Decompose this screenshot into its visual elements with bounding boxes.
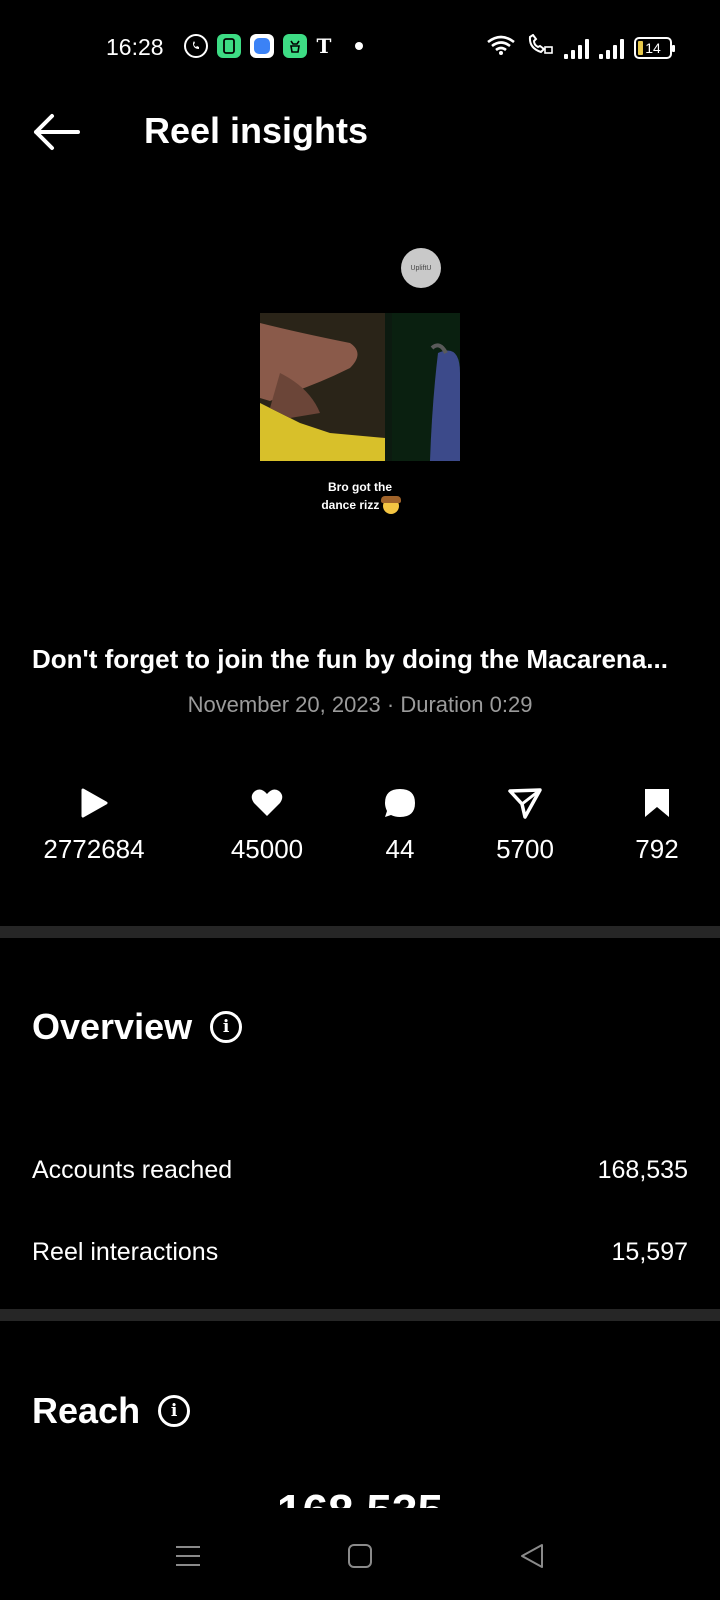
battery-icon: 14 bbox=[634, 36, 675, 59]
overview-row-reel-interactions[interactable]: Reel interactions 15,597 bbox=[32, 1238, 688, 1267]
dot-icon bbox=[355, 42, 363, 50]
system-navigation-bar bbox=[0, 1508, 720, 1600]
caption-line-2-text: dance rizz bbox=[321, 498, 380, 512]
avatar-text: UpliftU bbox=[410, 264, 432, 272]
caption-line-2: dance rizz bbox=[300, 495, 420, 514]
app-icon bbox=[283, 34, 307, 58]
caption-line-1: Bro got the bbox=[328, 480, 392, 494]
stat-comments-value: 44 bbox=[385, 834, 415, 864]
whatsapp-icon bbox=[184, 34, 208, 58]
reel-title: Don't forget to join the fun by doing th… bbox=[32, 644, 668, 674]
heart-icon bbox=[251, 789, 283, 816]
overview-row-accounts-reached[interactable]: Accounts reached 168,535 bbox=[32, 1156, 688, 1185]
signal-icon bbox=[564, 37, 589, 59]
share-icon bbox=[508, 788, 542, 819]
messages-icon bbox=[217, 34, 241, 58]
stat-likes: 45000 bbox=[202, 786, 332, 865]
reel-thumbnail[interactable] bbox=[260, 313, 460, 461]
stat-saves-value: 792 bbox=[635, 834, 679, 864]
reel-meta: November 20, 2023 · Duration 0:29 bbox=[187, 692, 533, 717]
stat-shares-value: 5700 bbox=[496, 834, 554, 864]
stat-likes-value: 45000 bbox=[230, 834, 304, 864]
notification-icons: T bbox=[184, 34, 363, 58]
comment-icon bbox=[385, 789, 415, 817]
overview-heading-text: Overview bbox=[32, 1006, 193, 1047]
stat-saves: 792 bbox=[592, 786, 720, 865]
row-value: 168,535 bbox=[597, 1156, 688, 1184]
app-icon bbox=[250, 34, 274, 58]
reach-heading-text: Reach bbox=[32, 1390, 141, 1431]
status-time: 16:28 bbox=[106, 34, 164, 60]
reach-heading: Reach i bbox=[32, 1390, 191, 1432]
system-icons: 14 bbox=[486, 33, 675, 61]
row-value: 15,597 bbox=[611, 1238, 688, 1266]
stat-plays-value: 2772684 bbox=[43, 834, 145, 864]
back-nav-button[interactable] bbox=[512, 1536, 552, 1576]
reach-value: 168,535 bbox=[0, 1488, 720, 1510]
stat-comments: 44 bbox=[335, 786, 465, 865]
back-triangle-icon bbox=[521, 1544, 543, 1568]
recents-button[interactable] bbox=[168, 1536, 208, 1576]
section-divider bbox=[0, 1309, 720, 1321]
t-icon: T bbox=[316, 34, 332, 58]
wifi-icon bbox=[486, 34, 516, 61]
home-button[interactable] bbox=[340, 1536, 380, 1576]
page-title: Reel insights bbox=[144, 110, 369, 151]
signal-icon bbox=[599, 37, 624, 59]
section-divider bbox=[0, 926, 720, 938]
reel-thumbnail-image bbox=[260, 313, 460, 461]
call-icon bbox=[526, 33, 554, 61]
row-label: Reel interactions bbox=[32, 1238, 219, 1266]
play-icon bbox=[81, 788, 108, 818]
info-icon[interactable]: i bbox=[210, 1011, 243, 1043]
battery-level: 14 bbox=[645, 39, 661, 56]
arrow-left-icon bbox=[34, 114, 80, 150]
info-icon[interactable]: i bbox=[158, 1395, 191, 1427]
stat-plays: 2772684 bbox=[29, 786, 159, 865]
battery-fill bbox=[638, 40, 643, 55]
overview-heading: Overview i bbox=[32, 1006, 243, 1048]
bookmark-icon bbox=[645, 789, 669, 817]
stat-shares: 5700 bbox=[460, 786, 590, 865]
reach-value-container: 168,535 bbox=[0, 1488, 720, 1510]
status-bar: 16:28 T 14 bbox=[0, 28, 720, 64]
cowboy-emoji-icon bbox=[380, 495, 401, 514]
menu-icon bbox=[176, 1546, 200, 1566]
reel-overlay-caption: Bro got the dance rizz bbox=[300, 478, 420, 514]
back-button[interactable] bbox=[30, 110, 82, 154]
home-square-icon bbox=[348, 1544, 372, 1568]
reel-account-avatar: UpliftU bbox=[401, 248, 441, 288]
row-label: Accounts reached bbox=[32, 1156, 233, 1184]
